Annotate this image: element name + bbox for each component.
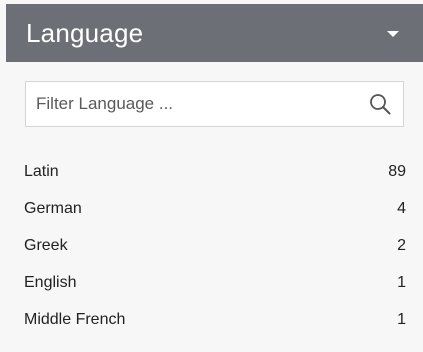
- facet-header[interactable]: Language: [6, 4, 423, 62]
- caret-down-icon[interactable]: [387, 31, 399, 37]
- facet-item-label: Latin: [24, 162, 59, 180]
- facet-item-english[interactable]: English 1: [24, 264, 406, 301]
- facet-item-label: Greek: [24, 236, 68, 254]
- facet-body: Latin 89 German 4 Greek 2 English 1 Midd…: [6, 62, 423, 352]
- facet-item-label: English: [24, 273, 77, 291]
- facet-item-count: 1: [397, 310, 406, 328]
- facet-item-middle-french[interactable]: Middle French 1: [24, 301, 406, 338]
- facet-item-latin[interactable]: Latin 89: [24, 153, 406, 190]
- facet-item-german[interactable]: German 4: [24, 190, 406, 227]
- search-icon[interactable]: [357, 82, 403, 126]
- facet-list: Latin 89 German 4 Greek 2 English 1 Midd…: [24, 153, 406, 338]
- facet-item-label: German: [24, 199, 82, 217]
- facet-item-count: 89: [388, 162, 406, 180]
- filter-language-input[interactable]: [26, 82, 357, 126]
- facet-item-greek[interactable]: Greek 2: [24, 227, 406, 264]
- facet-item-label: Middle French: [24, 310, 126, 328]
- facet-title: Language: [26, 17, 144, 48]
- language-facet-panel: Language Latin 89 German 4 Greek: [0, 0, 423, 352]
- facet-item-count: 2: [397, 236, 406, 254]
- filter-box: [25, 81, 404, 127]
- facet-item-count: 1: [397, 273, 406, 291]
- facet-item-count: 4: [397, 199, 406, 217]
